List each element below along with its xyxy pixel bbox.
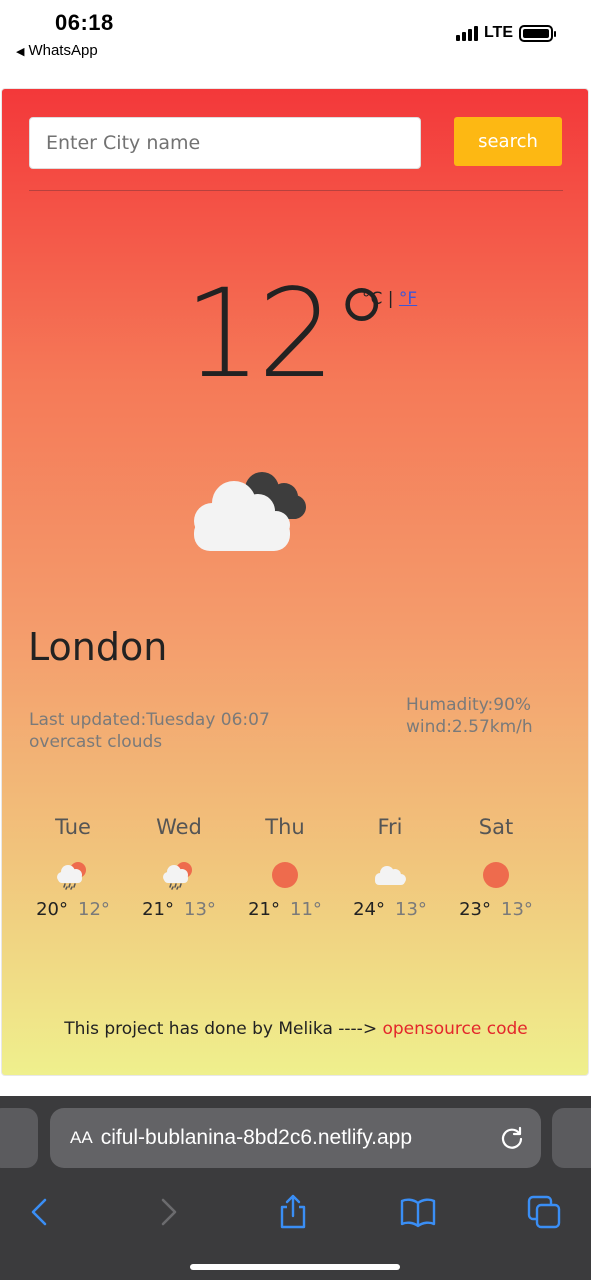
forecast-low: 12° [78,899,110,920]
browser-chrome: AA ciful-bublanina-8bd2c6.netlify.app [0,1096,591,1280]
forecast-high: 23° [459,899,491,920]
status-indicators: LTE [455,24,556,42]
opensource-code-link[interactable]: opensource code [382,1019,527,1039]
last-updated: Last updated:Tuesday 06:07 [29,710,270,730]
forecast-day-name: Thu [265,815,305,839]
forecast-low: 13° [395,899,427,920]
status-bar: 06:18 ◀ WhatsApp LTE [0,0,591,78]
city-name: London [28,625,168,669]
weather-details-left: Last updated:Tuesday 06:07 overcast clou… [29,709,270,753]
back-app-label: WhatsApp [28,42,98,59]
forecast-day: Thu 21° 11° [237,815,333,920]
url-text: ciful-bublanina-8bd2c6.netlify.app [100,1126,413,1149]
forward-icon[interactable] [150,1194,186,1230]
page-settings-button[interactable]: AA [70,1128,93,1148]
current-temperature: 12° [184,263,392,405]
signal-icon [455,25,478,41]
divider [29,190,563,191]
forecast-low: 11° [290,899,322,920]
weather-description: overcast clouds [29,732,163,752]
back-to-app-link[interactable]: ◀ WhatsApp [16,42,98,59]
bookmarks-icon[interactable] [400,1194,436,1230]
forecast-day: Fri 24° 13° [342,815,438,920]
cloud-icon [375,866,406,885]
rain-sun-icon [57,862,86,890]
forecast-high: 21° [142,899,174,920]
forecast-day-name: Tue [55,815,91,839]
wind: wind:2.57km/h [406,717,533,737]
forecast-day-name: Sat [478,815,514,839]
city-search-input[interactable] [29,117,421,169]
fahrenheit-link[interactable]: °F [399,289,417,309]
forecast-high: 21° [248,899,280,920]
search-button[interactable]: search [454,117,562,166]
forecast-low: 13° [501,899,533,920]
tabs-icon[interactable] [526,1194,562,1230]
footer-text: This project has done by Melika ----> [64,1019,378,1039]
previous-tab-preview[interactable] [0,1108,38,1168]
reload-icon[interactable] [499,1125,525,1151]
footer: This project has done by Melika ----> op… [2,1019,588,1039]
forecast-day: Wed 21° 13° [131,815,227,920]
celsius-unit[interactable]: °C [362,289,382,309]
forecast-low: 13° [184,899,216,920]
unit-toggle: °C | °F [362,289,417,309]
sun-icon [483,862,509,888]
forecast-row: Tue 20° 12° Wed 21° 13° Thu 21° 11° Fri … [2,815,588,945]
back-triangle-icon: ◀ [16,46,25,58]
overcast-clouds-icon [194,472,306,551]
network-label: LTE [483,24,513,41]
forecast-day: Sat 23° 13° [448,815,544,920]
battery-icon [519,24,556,42]
forecast-day: Tue 20° 12° [25,815,121,920]
forecast-day-name: Wed [156,815,202,839]
address-bar[interactable]: AA ciful-bublanina-8bd2c6.netlify.app [50,1108,541,1168]
forecast-high: 24° [353,899,385,920]
home-indicator [190,1264,400,1270]
status-time: 06:18 [55,10,114,35]
weather-card: search 12° °C | °F London Last updated:T… [1,88,589,1076]
share-icon[interactable] [275,1194,311,1230]
unit-separator: | [387,289,394,309]
next-tab-preview[interactable] [552,1108,591,1168]
browser-toolbar [0,1180,591,1240]
weather-details-right: Humadity:90% wind:2.57km/h [406,694,533,738]
rain-sun-icon [163,862,192,890]
back-icon[interactable] [22,1194,58,1230]
sun-icon [272,862,298,888]
forecast-day-name: Fri [377,815,403,839]
forecast-high: 20° [36,899,68,920]
humidity: Humadity:90% [406,695,532,715]
